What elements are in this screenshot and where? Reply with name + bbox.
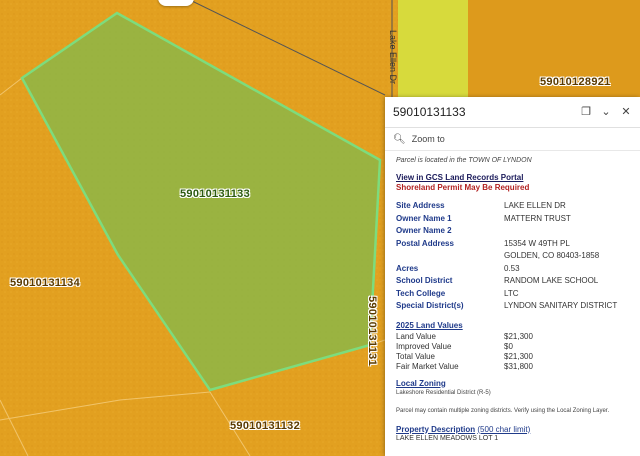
attr-row: Acres 0.53 [396, 264, 630, 277]
property-description-heading: Property Description (500 char limit) [396, 425, 630, 434]
attr-row: Site Address LAKE ELLEN DR [396, 201, 630, 214]
parcel-popup: 59010131133 ❐ ⌄ ✕ 🔍︎ Zoom to Parcel is l… [385, 97, 640, 456]
attr-value: LAKE ELLEN DR [504, 201, 566, 210]
property-description-value: LAKE ELLEN MEADOWS LOT 1 [396, 434, 499, 442]
value-amount: $21,300 [504, 352, 533, 361]
attr-row: Special District(s) LYNDON SANITARY DISTR… [396, 301, 630, 314]
close-icon[interactable]: ✕ [618, 104, 634, 120]
attr-key [396, 251, 504, 264]
map-tab-button[interactable]: ⌄ [158, 0, 194, 6]
attr-value: GOLDEN, CO 80403-1858 [504, 251, 600, 260]
value-key: Land Value [396, 332, 436, 341]
attr-key: Special District(s) [396, 301, 464, 310]
attr-key: Site Address [396, 201, 445, 210]
value-amount: $31,800 [504, 362, 533, 371]
attr-row: Owner Name 1 MATTERN TRUST [396, 214, 630, 227]
attr-key: Acres [396, 263, 419, 273]
attr-key: Postal Address [396, 238, 454, 248]
location-note: Parcel is located in the TOWN OF LYNDON [396, 157, 532, 164]
property-description-label: Property Description [396, 424, 476, 434]
attributes-table: Site Address LAKE ELLEN DR Owner Name 1 MA… [396, 201, 630, 314]
dock-icon[interactable]: ❐ [578, 104, 594, 120]
attr-value [504, 226, 630, 239]
zoom-icon: 🔍︎ [393, 133, 406, 145]
popup-header: 59010131133 ❐ ⌄ ✕ [385, 97, 640, 128]
attr-row: Tech College LTC [396, 289, 630, 302]
value-row: Improved Value $0 [396, 342, 533, 352]
road-label: Lake Ellen Dr [388, 30, 398, 85]
value-row: Fair Market Value $31,800 [396, 362, 533, 372]
zoom-to-button[interactable]: 🔍︎ Zoom to [385, 128, 640, 151]
parcel-label-south: 59010131132 [230, 420, 300, 432]
attr-value: 15354 W 49TH PL [504, 238, 570, 248]
land-values-table: Land Value $21,300 Improved Value $0 Total… [396, 332, 533, 372]
attr-key: Owner Name 2 [396, 226, 452, 235]
parcel-label-northeast: 59010128921 [540, 76, 611, 88]
value-amount: $0 [504, 342, 513, 351]
parcel-label-west: 59010131134 [10, 277, 80, 289]
chevron-down-icon[interactable]: ⌄ [598, 104, 614, 120]
zoning-note: Parcel may contain multiple zoning distr… [396, 407, 610, 414]
attr-key: School District [396, 276, 453, 285]
land-values-heading[interactable]: 2025 Land Values [396, 321, 630, 330]
parcel-label-east: 59010131131 [366, 296, 378, 366]
zoom-to-label: Zoom to [411, 134, 445, 144]
attr-value: RANDOM LAKE SCHOOL [504, 276, 599, 285]
value-key: Improved Value [396, 342, 452, 351]
attr-value: LYNDON SANITARY DISTRICT [504, 301, 618, 310]
value-row: Total Value $21,300 [396, 352, 533, 362]
value-amount: $21,300 [504, 332, 533, 341]
attr-key: Owner Name 1 [396, 213, 452, 223]
attr-row: Owner Name 2 [396, 226, 630, 239]
popup-body: Parcel is located in the TOWN OF LYNDON … [385, 151, 640, 442]
local-zoning-heading[interactable]: Local Zoning [396, 379, 630, 388]
parcel-label-selected: 59010131133 [180, 188, 250, 200]
attr-row: School District RANDOM LAKE SCHOOL [396, 276, 630, 289]
attr-row: Postal Address 15354 W 49TH PL [396, 239, 630, 252]
attr-row: GOLDEN, CO 80403-1858 [396, 251, 630, 264]
char-limit-link[interactable]: (500 char limit) [477, 425, 530, 434]
attr-value: 0.53 [504, 263, 520, 273]
value-key: Fair Market Value [396, 362, 459, 371]
attr-value: MATTERN TRUST [504, 213, 571, 223]
value-key: Total Value [396, 352, 435, 361]
yellow-parcel [398, 0, 468, 97]
attr-value: LTC [504, 288, 519, 298]
value-row: Land Value $21,300 [396, 332, 533, 342]
popup-title: 59010131133 [393, 105, 466, 119]
attr-key: Tech College [396, 288, 446, 298]
shoreland-warning: Shoreland Permit May Be Required [396, 183, 530, 192]
zoning-value: Lakeshore Residential District (R-5) [396, 389, 491, 396]
gcs-portal-link[interactable]: View in GCS Land Records Portal [396, 173, 630, 182]
